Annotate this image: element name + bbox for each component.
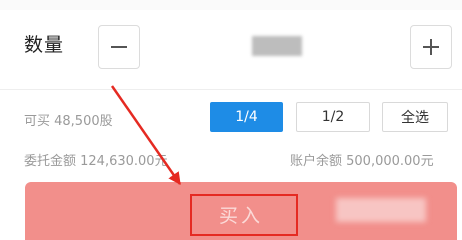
- blurred-text: [336, 198, 426, 222]
- full-position-button[interactable]: 全选: [382, 102, 448, 132]
- increase-quantity-button[interactable]: [410, 25, 452, 69]
- account-balance-text: 账户余额 500,000.00元: [290, 154, 434, 169]
- half-position-button[interactable]: 1/2: [296, 102, 370, 132]
- highlight-box: [190, 194, 298, 236]
- quarter-position-button[interactable]: 1/4: [210, 102, 283, 132]
- top-strip: [0, 0, 462, 10]
- decrease-quantity-button[interactable]: [98, 25, 140, 69]
- plus-icon: [423, 39, 439, 55]
- quantity-label: 数量: [24, 34, 65, 56]
- divider: [0, 89, 462, 90]
- can-buy-text: 可买 48,500股: [24, 114, 113, 129]
- order-amount-text: 委托金额 124,630.00元: [24, 154, 168, 169]
- quantity-input[interactable]: [252, 36, 302, 56]
- minus-icon: [111, 46, 127, 48]
